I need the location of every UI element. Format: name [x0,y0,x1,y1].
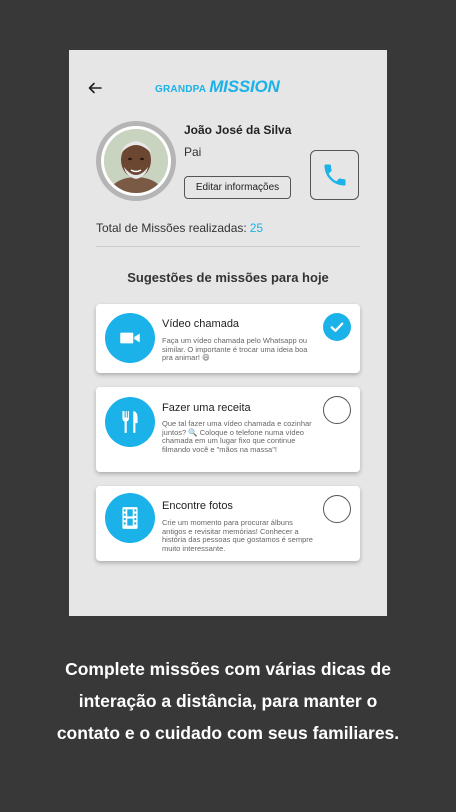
video-camera-icon [105,313,155,363]
mission-title: Fazer uma receita [162,402,251,414]
mission-title: Vídeo chamada [162,318,240,330]
missions-total: Total de Missões realizadas: 25 [96,221,263,235]
mission-card-photos[interactable]: Encontre fotos Crie um momento para proc… [96,486,360,561]
checkmark-icon [330,322,344,332]
profile-name: João José da Silva [184,123,292,137]
top-bar: GRANDPA MISSION [69,50,387,122]
app-logo: GRANDPA MISSION [155,77,280,97]
film-icon [105,493,155,543]
profile-relation: Pai [184,145,202,159]
divider [96,246,360,247]
call-button[interactable] [310,150,359,200]
mission-done-checkbox[interactable] [323,313,351,341]
mission-checkbox[interactable] [323,396,351,424]
back-arrow-icon[interactable] [87,80,103,96]
logo-big-text: MISSION [209,77,280,96]
avatar [96,121,176,201]
missions-total-count: 25 [249,221,264,235]
caption-line-3: contato e o cuidado com seus familiares. [56,723,400,743]
logo-small-text: GRANDPA [155,84,207,95]
missions-section-title: Sugestões de missões para hoje [127,270,329,285]
app-screen: GRANDPA MISSION João José da Silva Pai E… [69,50,387,616]
fork-knife-icon [105,397,155,447]
mission-card-video-call[interactable]: Vídeo chamada Faça um vídeo chamada pelo… [96,304,360,373]
edit-info-button[interactable]: Editar informações [184,176,291,199]
mission-card-recipe[interactable]: Fazer uma receita Que tal fazer uma víde… [96,387,360,472]
mission-description: Faça um vídeo chamada pelo Whatsapp ou s… [162,336,308,362]
mission-description: Que tal fazer uma vídeo chamada e cozinh… [162,419,312,454]
caption-line-2: interação a distância, para manter o [78,691,378,711]
mission-title: Encontre fotos [162,500,233,512]
missions-total-label: Total de Missões realizadas: [96,221,247,235]
caption-line-1: Complete missões com várias dicas de [65,659,391,679]
avatar-photo [104,129,168,193]
phone-icon [324,164,345,186]
mission-description: Crie um momento para procurar álbuns ant… [162,518,313,553]
mission-checkbox[interactable] [323,495,351,523]
promo-caption: Complete missões com várias dicas de int… [0,653,456,749]
